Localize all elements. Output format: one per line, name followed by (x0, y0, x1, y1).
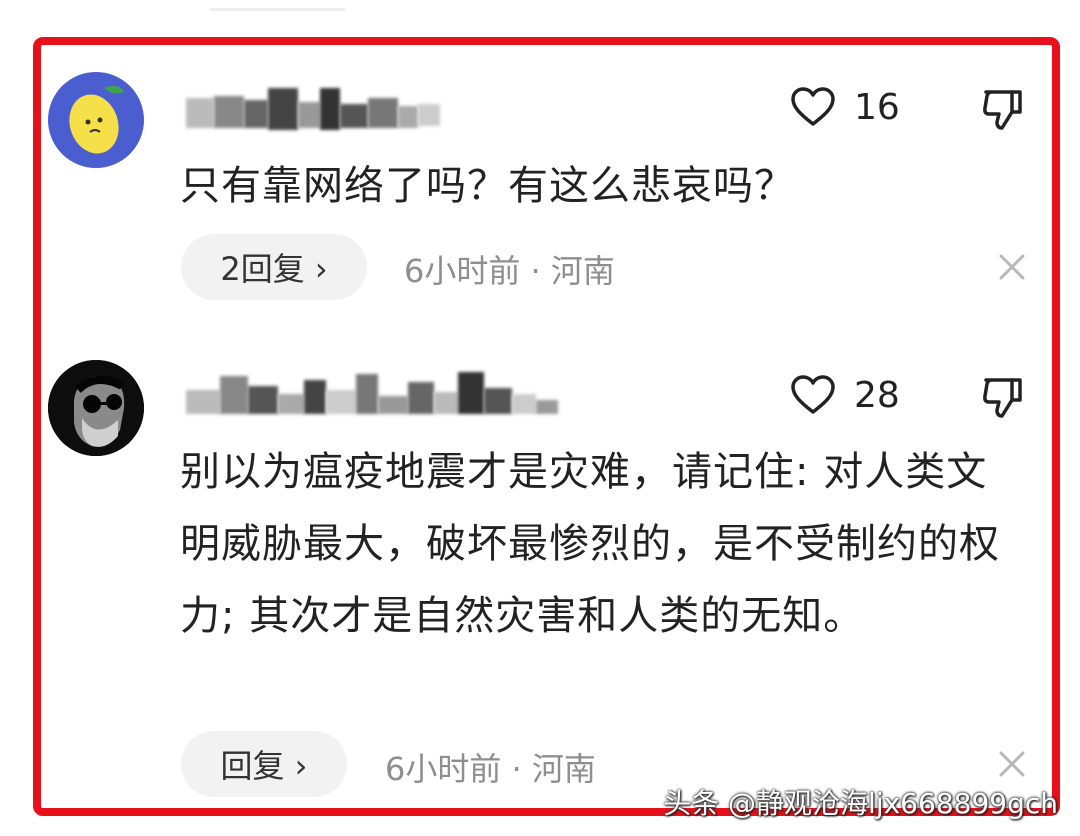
thumbs-down-icon (983, 90, 1022, 130)
close-icon[interactable] (998, 750, 1026, 778)
like-count: 28 (854, 374, 900, 416)
comment-text: 只有靠网络了吗？有这么悲哀吗？ (180, 163, 795, 209)
watermark: 头条 @静观沧海ljx668899gch (663, 787, 1058, 820)
username-blurred (186, 88, 441, 130)
reply-button[interactable]: 2回复 › (181, 234, 367, 300)
avatar[interactable] (48, 72, 144, 168)
lemon-avatar-icon (69, 85, 124, 154)
comment-meta: 6小时前 · 河南 (404, 252, 615, 290)
like-button[interactable]: 16 (790, 86, 900, 128)
heart-icon (791, 375, 835, 414)
dislike-button[interactable] (980, 374, 1026, 420)
portrait-avatar-icon (48, 360, 144, 456)
thumbs-down-icon (983, 378, 1022, 418)
avatar[interactable] (48, 360, 144, 456)
comment-meta: 6小时前 · 河南 (385, 750, 596, 788)
comment-text: 别以为瘟疫地震才是灾难，请记住: 对人类文明威胁最大，破坏最惨烈的，是不受制约的… (180, 449, 1000, 639)
like-button[interactable]: 28 (790, 374, 900, 416)
dislike-button[interactable] (980, 86, 1026, 132)
username-blurred (186, 372, 558, 414)
reply-button[interactable]: 回复 › (181, 731, 347, 797)
heart-icon (791, 87, 835, 126)
like-count: 16 (854, 86, 900, 128)
close-icon[interactable] (998, 253, 1026, 281)
top-divider (210, 8, 345, 11)
